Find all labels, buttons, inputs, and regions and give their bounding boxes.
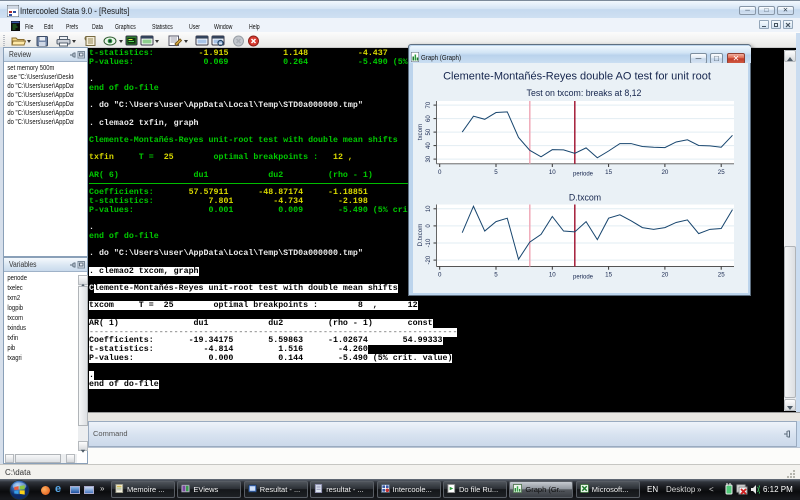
svg-text:25: 25 xyxy=(718,272,725,279)
svg-text:15: 15 xyxy=(605,169,612,176)
svg-text:10: 10 xyxy=(549,169,556,176)
svg-text:50: 50 xyxy=(426,128,432,135)
svg-text:5: 5 xyxy=(494,169,498,176)
svg-text:-20: -20 xyxy=(426,255,432,264)
svg-text:txcom: txcom xyxy=(417,124,424,141)
svg-text:25: 25 xyxy=(718,169,725,176)
svg-text:40: 40 xyxy=(426,142,432,149)
svg-text:0: 0 xyxy=(438,272,442,279)
svg-text:10: 10 xyxy=(426,205,432,212)
svg-text:30: 30 xyxy=(426,155,432,162)
svg-text:Clemente-Montañés-Reyes double: Clemente-Montañés-Reyes double AO test f… xyxy=(443,71,711,83)
svg-text:periode: periode xyxy=(573,275,594,281)
svg-text:60: 60 xyxy=(426,115,432,122)
svg-text:20: 20 xyxy=(661,272,668,279)
svg-text:periode: periode xyxy=(573,172,594,178)
svg-text:0: 0 xyxy=(426,224,432,228)
svg-text:D.txcom: D.txcom xyxy=(417,224,424,247)
svg-text:10: 10 xyxy=(549,272,556,279)
svg-text:Test on txcom: breaks at 8,12: Test on txcom: breaks at 8,12 xyxy=(527,88,642,98)
svg-text:-10: -10 xyxy=(426,238,432,247)
svg-text:20: 20 xyxy=(661,169,668,176)
svg-text:70: 70 xyxy=(426,101,432,108)
svg-text:5: 5 xyxy=(494,272,498,279)
svg-text:15: 15 xyxy=(605,272,612,279)
svg-text:0: 0 xyxy=(438,169,442,176)
svg-text:D.txcom: D.txcom xyxy=(569,193,601,203)
